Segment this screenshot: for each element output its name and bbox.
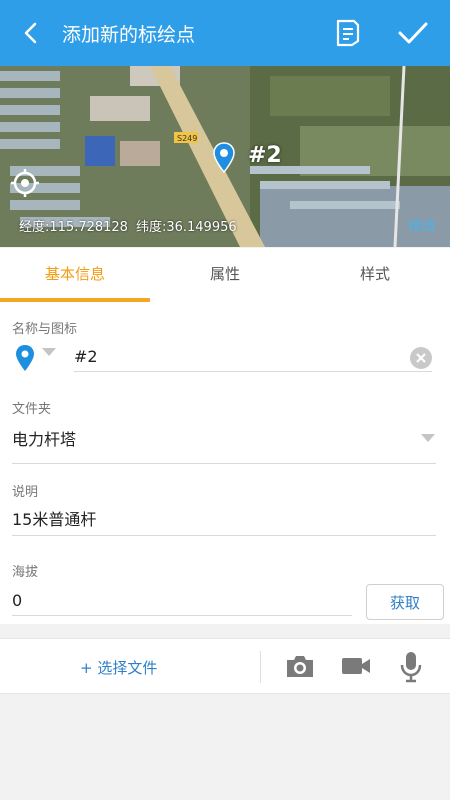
longitude-text: 经度:115.728128: [19, 220, 128, 235]
tab-basic-info[interactable]: 基本信息: [0, 248, 150, 302]
tab-bar: 基本信息 属性 样式: [0, 248, 450, 302]
description-input[interactable]: 15米普通杆: [12, 508, 436, 536]
clear-icon[interactable]: [409, 346, 433, 370]
folder-label: 文件夹: [12, 402, 52, 417]
coordinates-readout: 经度:115.728128 纬度:36.149956: [19, 216, 245, 235]
chevron-left-icon: [24, 22, 37, 44]
marker-label: #2: [248, 143, 282, 168]
confirm-button[interactable]: [376, 0, 450, 66]
fetch-altitude-button[interactable]: 获取: [366, 584, 444, 620]
back-button[interactable]: [0, 0, 62, 66]
chevron-down-icon[interactable]: [421, 434, 435, 442]
notes-button[interactable]: [320, 0, 376, 66]
choose-file-button[interactable]: + 选择文件: [80, 657, 157, 678]
locate-icon[interactable]: [10, 168, 40, 198]
divider: [260, 651, 261, 683]
latitude-text: 纬度:36.149956: [135, 220, 237, 235]
map-pin-icon[interactable]: [212, 142, 236, 174]
modify-location-link[interactable]: 修改: [408, 216, 436, 236]
checkmark-icon: [398, 22, 428, 44]
folder-select[interactable]: 电力杆塔: [12, 426, 436, 464]
microphone-icon[interactable]: [399, 651, 423, 683]
altitude-label: 海拔: [12, 565, 39, 580]
tab-style[interactable]: 样式: [300, 248, 450, 302]
name-icon-label: 名称与图标: [12, 322, 78, 337]
notes-icon: [336, 19, 360, 47]
video-camera-icon[interactable]: [341, 655, 371, 677]
camera-icon[interactable]: [285, 653, 315, 679]
attachment-bar: + 选择文件: [0, 638, 450, 694]
page-title: 添加新的标绘点: [62, 23, 196, 46]
icon-dropdown-icon[interactable]: [42, 348, 56, 356]
name-input[interactable]: #2: [74, 344, 432, 372]
road-label: S249: [177, 134, 197, 143]
satellite-map[interactable]: S249 #2 经度:115.728128 纬度:36.149956 修改: [0, 66, 450, 247]
app-header: 添加新的标绘点: [0, 0, 450, 66]
description-label: 说明: [12, 485, 39, 500]
map-pin-icon[interactable]: [14, 344, 36, 372]
altitude-input[interactable]: 0: [12, 588, 352, 616]
tab-attributes[interactable]: 属性: [150, 248, 300, 302]
